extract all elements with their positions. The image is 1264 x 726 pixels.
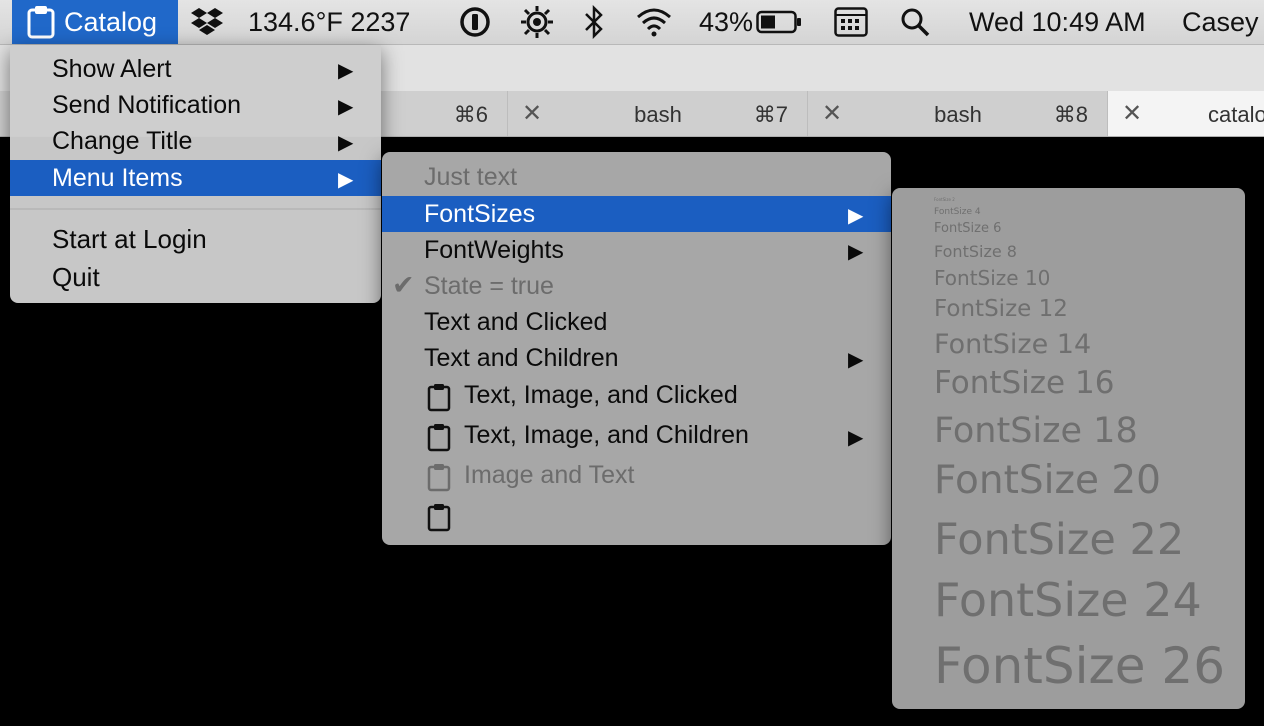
menu-item-send-notification[interactable]: Send Notification ▶ xyxy=(10,87,381,123)
menu-item-text-and-clicked[interactable]: Text and Clicked xyxy=(382,304,891,340)
submenu-arrow-icon: ▶ xyxy=(338,169,354,191)
menu-item-fontsizes[interactable]: FontSizes ▶ xyxy=(382,196,891,232)
clipboard-icon xyxy=(426,422,452,452)
menu-item-label: Image and Text xyxy=(464,461,635,489)
menu-item-fontsize-18[interactable]: FontSize 18 xyxy=(934,411,1138,451)
menu-item-label: FontWeights xyxy=(424,236,564,264)
catalog-menu: Show Alert ▶ Send Notification ▶ Change … xyxy=(10,45,381,303)
menu-item-fontsize-4[interactable]: FontSize 4 xyxy=(934,207,981,217)
fontsizes-submenu: FontSize 2 FontSize 4 FontSize 6 FontSiz… xyxy=(892,188,1245,709)
tab-shortcut: ⌘7 xyxy=(753,102,788,127)
clipboard-icon xyxy=(426,382,452,412)
menu-item-text-image-clicked[interactable]: Text, Image, and Clicked xyxy=(382,376,891,416)
checkmark-icon: ✔ xyxy=(392,270,415,300)
tab-label: catalo xyxy=(1208,102,1264,127)
menu-item-fontsize-16[interactable]: FontSize 16 xyxy=(934,365,1114,401)
menu-item-fontweights[interactable]: FontWeights ▶ xyxy=(382,232,891,268)
menu-item-fontsize-24[interactable]: FontSize 24 xyxy=(934,573,1202,627)
menu-item-fontsize-14[interactable]: FontSize 14 xyxy=(934,329,1091,360)
tab-6[interactable]: ⌘6 xyxy=(380,91,508,136)
app-name: Catalog xyxy=(64,6,158,37)
menu-item-text-image-children[interactable]: Text, Image, and Children ▶ xyxy=(382,416,891,456)
menu-item-label: Start at Login xyxy=(52,224,207,254)
tab-shortcut: ⌘8 xyxy=(1053,102,1088,127)
menu-item-label: Text, Image, and Children xyxy=(464,421,749,449)
menu-item-label: Menu Items xyxy=(52,164,183,192)
menu-item-start-at-login[interactable]: Start at Login xyxy=(10,220,381,258)
clipboard-icon xyxy=(26,5,56,39)
menu-item-label: Text, Image, and Clicked xyxy=(464,381,738,409)
temperature-readout[interactable]: 134.6°F 2237 xyxy=(248,0,410,44)
tab-catalog[interactable]: ✕ catalo xyxy=(1107,91,1264,136)
menu-item-menu-items[interactable]: Menu Items ▶ xyxy=(10,160,381,196)
tab-bash-8[interactable]: ✕ bash ⌘8 xyxy=(807,91,1108,136)
submenu-arrow-icon: ▶ xyxy=(338,96,354,118)
bluetooth-icon[interactable] xyxy=(583,0,605,44)
user-name[interactable]: Casey xyxy=(1182,0,1259,44)
submenu-arrow-icon: ▶ xyxy=(338,60,354,82)
menu-item-quit[interactable]: Quit xyxy=(10,258,381,296)
menu-item-label: Send Notification xyxy=(52,91,242,119)
menu-item-label: Show Alert xyxy=(52,55,172,83)
menu-item-just-text: Just text xyxy=(382,159,891,195)
menu-item-text-and-children[interactable]: Text and Children ▶ xyxy=(382,340,891,376)
spotlight-search-icon[interactable] xyxy=(900,0,930,44)
menu-separator xyxy=(10,208,381,210)
menu-item-label: Text and Children xyxy=(424,344,619,372)
menu-item-fontsize-8[interactable]: FontSize 8 xyxy=(934,242,1017,261)
tab-shortcut: ⌘6 xyxy=(453,102,488,127)
tab-bash-7[interactable]: ✕ bash ⌘7 xyxy=(507,91,808,136)
menu-item-state-true: ✔ State = true xyxy=(382,268,891,304)
battery-icon[interactable] xyxy=(756,0,802,44)
menu-item-label: State = true xyxy=(424,272,554,300)
menu-item-change-title[interactable]: Change Title ▶ xyxy=(10,123,381,159)
menu-item-fontsize-20[interactable]: FontSize 20 xyxy=(934,458,1161,503)
menu-item-fontsize-10[interactable]: FontSize 10 xyxy=(934,266,1050,290)
menu-item-fontsize-12[interactable]: FontSize 12 xyxy=(934,296,1068,322)
submenu-arrow-icon: ▶ xyxy=(338,132,354,154)
screen-keyboard-icon[interactable] xyxy=(834,0,868,44)
submenu-arrow-icon: ▶ xyxy=(848,349,864,371)
onepassword-icon[interactable] xyxy=(459,0,491,44)
menu-item-fontsize-2[interactable]: FontSize 2 xyxy=(934,197,955,202)
wifi-icon[interactable] xyxy=(636,0,672,44)
menu-item-image-and-text: Image and Text xyxy=(382,456,891,496)
menu-item-show-alert[interactable]: Show Alert ▶ xyxy=(10,51,381,87)
menu-item-label: Quit xyxy=(52,262,100,292)
close-icon[interactable]: ✕ xyxy=(1122,99,1142,128)
menu-bar: Catalog 134.6°F 2237 43% Wed 10:49 AM Ca… xyxy=(0,0,1264,45)
menu-items-submenu: Just text FontSizes ▶ FontWeights ▶ ✔ St… xyxy=(382,152,891,545)
clipboard-icon xyxy=(426,502,452,532)
menu-bar-clock[interactable]: Wed 10:49 AM xyxy=(969,0,1146,44)
menu-item-label: FontSizes xyxy=(424,200,536,228)
submenu-arrow-icon: ▶ xyxy=(848,205,864,227)
menu-item-fontsize-6[interactable]: FontSize 6 xyxy=(934,221,1001,236)
sun-gear-icon[interactable] xyxy=(520,0,554,44)
submenu-arrow-icon: ▶ xyxy=(848,427,864,449)
menu-item-fontsize-26[interactable]: FontSize 26 xyxy=(934,637,1225,695)
menu-item-fontsize-22[interactable]: FontSize 22 xyxy=(934,515,1184,565)
dropbox-icon[interactable] xyxy=(190,0,224,44)
menu-item-image-only[interactable] xyxy=(382,496,891,536)
catalog-status-item[interactable]: Catalog xyxy=(12,0,178,44)
battery-percent[interactable]: 43% xyxy=(699,0,753,44)
menu-item-label: Change Title xyxy=(52,127,193,155)
menu-item-label: Text and Clicked xyxy=(424,308,608,336)
submenu-arrow-icon: ▶ xyxy=(848,241,864,263)
menu-item-label: Just text xyxy=(424,163,518,191)
clipboard-icon xyxy=(426,462,452,492)
